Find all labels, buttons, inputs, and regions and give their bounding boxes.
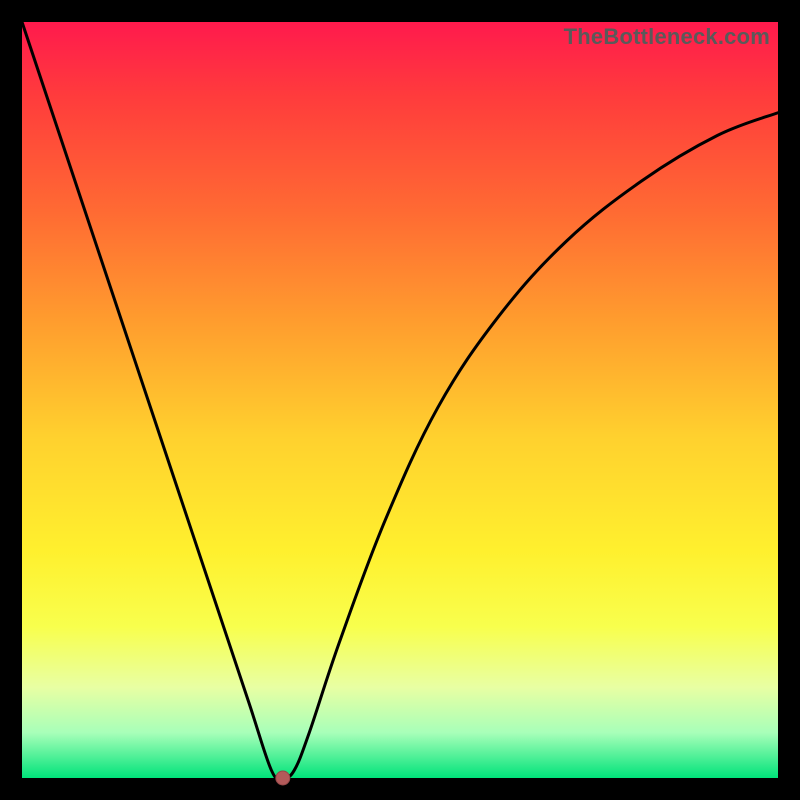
minimum-marker	[276, 771, 290, 785]
plot-area: TheBottleneck.com	[22, 22, 778, 778]
chart-svg	[22, 22, 778, 778]
chart-frame: TheBottleneck.com	[0, 0, 800, 800]
bottleneck-curve	[22, 22, 778, 779]
